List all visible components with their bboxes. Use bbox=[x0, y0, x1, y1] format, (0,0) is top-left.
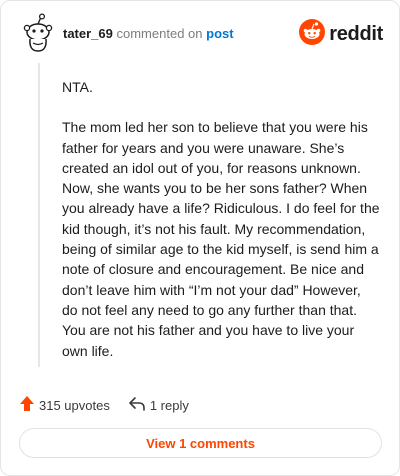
comment-header: tater_69 commented on post reddit bbox=[19, 13, 383, 53]
comment-meta: tater_69 commented on post bbox=[63, 26, 234, 41]
action-text: commented on bbox=[116, 26, 203, 41]
snoo-avatar-icon[interactable] bbox=[19, 13, 59, 53]
comment-card: tater_69 commented on post reddit NTA. T… bbox=[0, 0, 400, 476]
comment-paragraph: The mom led her son to believe that you … bbox=[62, 119, 380, 359]
upvote-count: 315 upvotes bbox=[39, 397, 110, 413]
reddit-logo-icon bbox=[299, 18, 326, 50]
comment-paragraph: NTA. bbox=[62, 79, 93, 95]
username-link[interactable]: tater_69 bbox=[63, 26, 113, 41]
comment-body: NTA. The mom led her son to believe that… bbox=[62, 77, 380, 381]
view-comments-button[interactable]: View 1 comments bbox=[19, 428, 382, 458]
reply-button[interactable]: 1 reply bbox=[128, 396, 189, 415]
reply-count: 1 reply bbox=[149, 397, 189, 413]
reply-arrow-icon bbox=[128, 396, 146, 415]
reddit-wordmark: reddit bbox=[329, 22, 383, 45]
reddit-brand[interactable]: reddit bbox=[299, 18, 383, 50]
thread-line[interactable] bbox=[38, 63, 40, 367]
post-link[interactable]: post bbox=[206, 26, 233, 41]
comment-actions: 315 upvotes 1 reply bbox=[19, 395, 207, 415]
upvote-arrow-icon bbox=[19, 395, 35, 415]
upvote-button[interactable]: 315 upvotes bbox=[19, 395, 110, 415]
